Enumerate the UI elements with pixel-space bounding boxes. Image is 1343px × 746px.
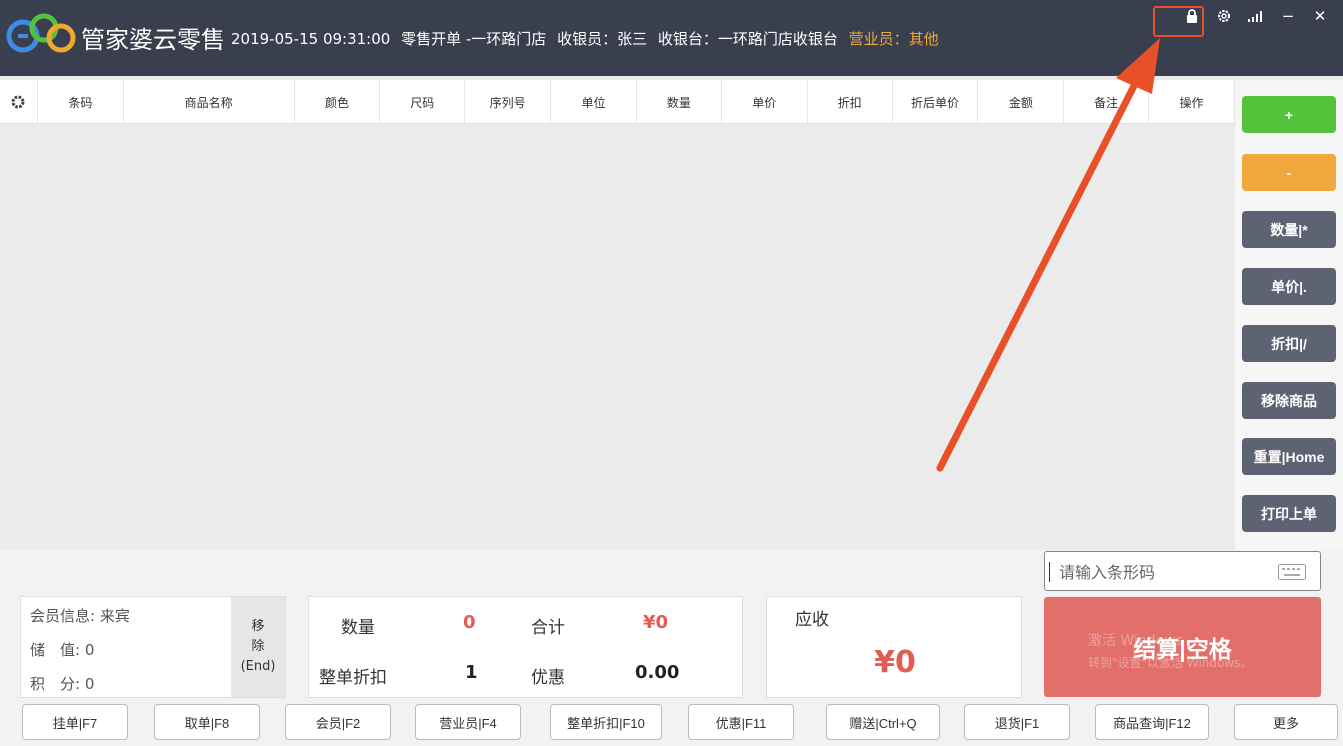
- remove-member-button[interactable]: 移 除 (End): [231, 597, 285, 697]
- promotion-button[interactable]: 优惠|F11: [688, 704, 794, 740]
- order-discount-label: 整单折扣: [319, 668, 387, 688]
- table-settings-gear-icon[interactable]: [0, 80, 38, 124]
- close-icon[interactable]: ✕: [1311, 7, 1329, 25]
- member-info[interactable]: 会员信息: 来宾: [30, 605, 130, 626]
- lock-highlight-box: [1153, 6, 1204, 37]
- register: 收银台：一环路门店收银台: [657, 30, 838, 48]
- barcode-input[interactable]: 请输入条形码: [1044, 551, 1321, 591]
- more-button[interactable]: 更多: [1234, 704, 1338, 740]
- signal-icon: [1247, 7, 1265, 25]
- summary-panel: 数量 0 合计 ¥0 整单折扣 1 优惠 0.00: [308, 596, 743, 698]
- discount-button[interactable]: 折扣|/: [1242, 325, 1336, 362]
- app-name: 管家婆云零售: [81, 26, 225, 54]
- retrieve-order-button[interactable]: 取单|F8: [154, 704, 260, 740]
- cashier: 收银员：张三: [557, 30, 648, 48]
- eqo-cloud-logo-icon: [6, 13, 76, 53]
- text-caret: [1049, 562, 1050, 582]
- order-discount-value: 1: [465, 662, 478, 683]
- column-header-remark[interactable]: 备注: [1064, 80, 1150, 124]
- minimize-icon[interactable]: −: [1279, 7, 1297, 25]
- order-discount-button[interactable]: 整单折扣|F10: [550, 704, 662, 740]
- windows-activation-watermark: 激活 Windows 转到"设置"以激活 Windows。: [1088, 633, 1253, 670]
- column-header-size[interactable]: 尺码: [380, 80, 466, 124]
- column-header-product-name[interactable]: 商品名称: [124, 80, 295, 124]
- column-header-amount[interactable]: 金额: [978, 80, 1065, 124]
- datetime: 2019-05-15 09:31:00: [231, 30, 391, 48]
- side-panel: [1235, 80, 1343, 550]
- qty-value: 0: [463, 612, 476, 633]
- column-header-quantity[interactable]: 数量: [637, 80, 722, 124]
- gift-button[interactable]: 赠送|Ctrl+Q: [826, 704, 940, 740]
- member-panel: 会员信息: 来宾 储 值: 0 积 分: 0 移 除 (End): [20, 596, 286, 698]
- hold-order-button[interactable]: 挂单|F7: [22, 704, 128, 740]
- reset-button[interactable]: 重置|Home: [1242, 438, 1336, 475]
- salesperson[interactable]: 营业员：其他: [849, 30, 939, 48]
- return-button[interactable]: 退货|F1: [964, 704, 1070, 740]
- header-info: 2019-05-15 09:31:00 零售开单 -一环路门店 收银员：张三 收…: [231, 28, 945, 49]
- title-bar: 管家婆云零售 2019-05-15 09:31:00 零售开单 -一环路门店 收…: [0, 0, 1343, 76]
- product-search-button[interactable]: 商品查询|F12: [1095, 704, 1209, 740]
- promo-label: 优惠: [531, 668, 565, 688]
- keyboard-icon[interactable]: [1278, 564, 1306, 580]
- column-header-unit[interactable]: 单位: [551, 80, 637, 124]
- window-controls: − ✕: [1183, 6, 1329, 26]
- gear-icon[interactable]: [1215, 7, 1233, 25]
- amount-due-value: ¥0: [874, 645, 916, 680]
- amount-due-label: 应收: [795, 610, 829, 630]
- add-button[interactable]: +: [1242, 96, 1336, 133]
- print-last-button[interactable]: 打印上单: [1242, 495, 1336, 532]
- promo-value: 0.00: [635, 662, 680, 683]
- member-button[interactable]: 会员|F2: [285, 704, 391, 740]
- qty-label: 数量: [341, 618, 375, 638]
- unit-price-button[interactable]: 单价|.: [1242, 268, 1336, 305]
- salesperson-button[interactable]: 营业员|F4: [415, 704, 521, 740]
- column-header-serial[interactable]: 序列号: [465, 80, 552, 124]
- subtract-button[interactable]: -: [1242, 154, 1336, 191]
- remove-item-button[interactable]: 移除商品: [1242, 382, 1336, 419]
- stored-value: 储 值: 0: [30, 641, 95, 659]
- total-value: ¥0: [643, 612, 669, 633]
- column-header-discount[interactable]: 折扣: [808, 80, 893, 124]
- barcode-placeholder: 请输入条形码: [1059, 563, 1156, 582]
- total-label: 合计: [531, 618, 565, 638]
- column-header-unit-price[interactable]: 单价: [722, 80, 808, 124]
- column-header-discounted-price[interactable]: 折后单价: [893, 80, 979, 124]
- points: 积 分: 0: [30, 675, 95, 693]
- column-header-color[interactable]: 颜色: [295, 80, 381, 124]
- column-header-barcode[interactable]: 条码: [38, 80, 124, 124]
- amount-due-panel: 应收 ¥0: [766, 596, 1022, 698]
- table-header: 条码 商品名称 颜色 尺码 序列号 单位 数量 单价 折扣 折后单价 金额 备注 操作: [0, 80, 1235, 124]
- quantity-button[interactable]: 数量|*: [1242, 211, 1336, 248]
- column-header-action[interactable]: 操作: [1149, 80, 1235, 124]
- table-body: [0, 124, 1235, 550]
- mode-store: 零售开单 -一环路门店: [401, 30, 547, 48]
